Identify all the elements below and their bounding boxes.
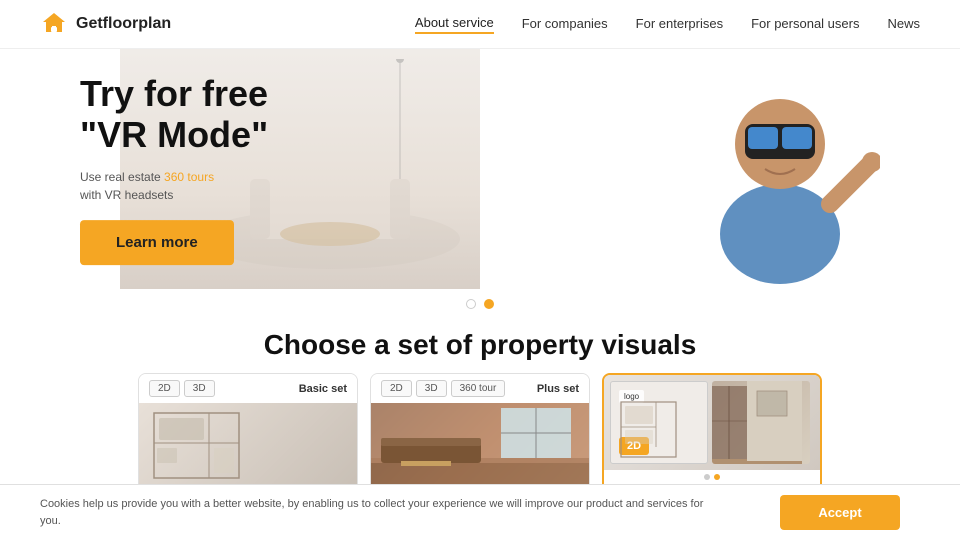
card-plus-tabs: 2D 3D 360 tour: [381, 380, 505, 397]
cookie-bar: Cookies help us provide you with a bette…: [0, 484, 960, 540]
card-plus-header: 2D 3D 360 tour Plus set: [371, 374, 589, 403]
pro-floorplan-panel: logo 2D: [610, 381, 708, 464]
nav-news[interactable]: News: [887, 16, 920, 33]
nav-for-enterprises[interactable]: For enterprises: [636, 16, 723, 33]
carousel-dot-2[interactable]: [484, 299, 494, 309]
card-plus-tab-3d[interactable]: 3D: [416, 380, 447, 397]
carousel-dot-1[interactable]: [466, 299, 476, 309]
hero-subtitle: Use real estate 360 tours with VR headse…: [80, 168, 268, 204]
card-basic-tab-3d[interactable]: 3D: [184, 380, 215, 397]
card-basic: 2D 3D Basic set: [138, 373, 358, 501]
main-nav: About service For companies For enterpri…: [415, 15, 920, 34]
logo-text: Getfloorplan: [76, 15, 171, 33]
basic-floorplan-svg: [139, 403, 357, 488]
pro-floorplan-svg: [611, 382, 707, 463]
pro-interior-panel: [712, 381, 810, 464]
card-pro-image: logo 2D: [604, 375, 820, 470]
card-plus-tab-2d[interactable]: 2D: [381, 380, 412, 397]
hero-title: Try for free "VR Mode": [80, 73, 268, 156]
card-basic-label: Basic set: [299, 383, 347, 395]
card-basic-header: 2D 3D Basic set: [139, 374, 357, 403]
card-basic-image: [139, 403, 357, 488]
card-pro: Pro set logo 2D: [602, 373, 822, 501]
logo-icon: [40, 10, 68, 38]
cards-row: 2D 3D Basic set 2: [0, 373, 960, 501]
card-plus-tab-360[interactable]: 360 tour: [451, 380, 506, 397]
card-pro-dot-1[interactable]: [704, 474, 710, 480]
card-plus-image: [371, 403, 589, 488]
plus-interior-svg: [371, 403, 589, 488]
hero-content: Try for free "VR Mode" Use real estate 3…: [80, 73, 268, 265]
hero-section: Try for free "VR Mode" Use real estate 3…: [0, 49, 960, 289]
card-basic-tabs: 2D 3D: [149, 380, 215, 397]
nav-about-service[interactable]: About service: [415, 15, 494, 34]
vr-person-illustration: [680, 54, 880, 284]
card-pro-dot-2[interactable]: [714, 474, 720, 480]
card-plus-label: Plus set: [537, 383, 579, 395]
card-basic-tab-2d[interactable]: 2D: [149, 380, 180, 397]
carousel-dots: [0, 289, 960, 315]
learn-more-button[interactable]: Learn more: [80, 220, 234, 265]
pro-interior-svg: [712, 381, 810, 464]
header: Getfloorplan About service For companies…: [0, 0, 960, 49]
nav-for-personal[interactable]: For personal users: [751, 16, 859, 33]
cookie-accept-button[interactable]: Accept: [780, 495, 900, 530]
card-plus: 2D 3D 360 tour Plus set: [370, 373, 590, 501]
nav-for-companies[interactable]: For companies: [522, 16, 608, 33]
logo[interactable]: Getfloorplan: [40, 10, 171, 38]
card-pro-dots: [604, 470, 820, 482]
section-title: Choose a set of property visuals: [0, 315, 960, 373]
cookie-text: Cookies help us provide you with a bette…: [40, 496, 720, 529]
